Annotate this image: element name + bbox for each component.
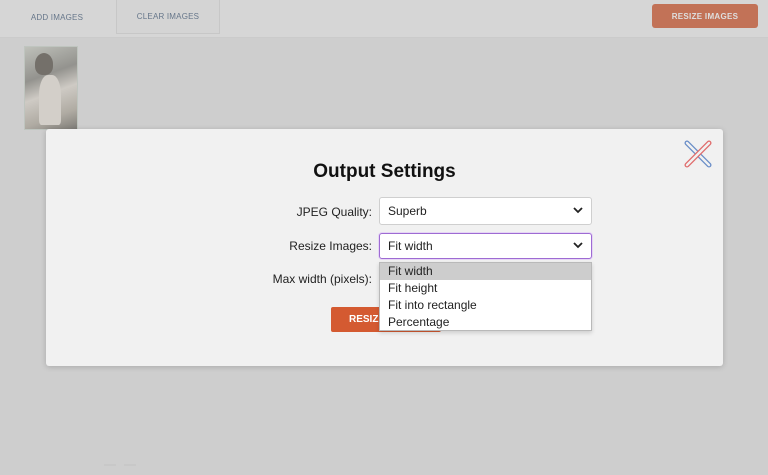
jpeg-quality-label: JPEG Quality: [296, 205, 372, 219]
dialog-title: Output Settings [313, 161, 456, 182]
jpeg-quality-select[interactable]: Superb [379, 197, 592, 225]
chevron-down-icon [573, 242, 583, 249]
chevron-down-icon [573, 207, 583, 214]
max-width-label: Max width (pixels): [272, 272, 372, 286]
resize-images-value: Fit width [388, 239, 433, 253]
resize-mode-dropdown: Fit width Fit height Fit into rectangle … [379, 262, 592, 331]
option-percentage[interactable]: Percentage [380, 314, 591, 331]
option-fit-into-rectangle[interactable]: Fit into rectangle [380, 297, 591, 314]
resize-images-select[interactable]: Fit width [379, 233, 592, 259]
resize-images-label: Resize Images: [289, 239, 372, 253]
option-fit-width[interactable]: Fit width [380, 263, 591, 280]
option-fit-height[interactable]: Fit height [380, 280, 591, 297]
jpeg-quality-value: Superb [388, 204, 427, 218]
